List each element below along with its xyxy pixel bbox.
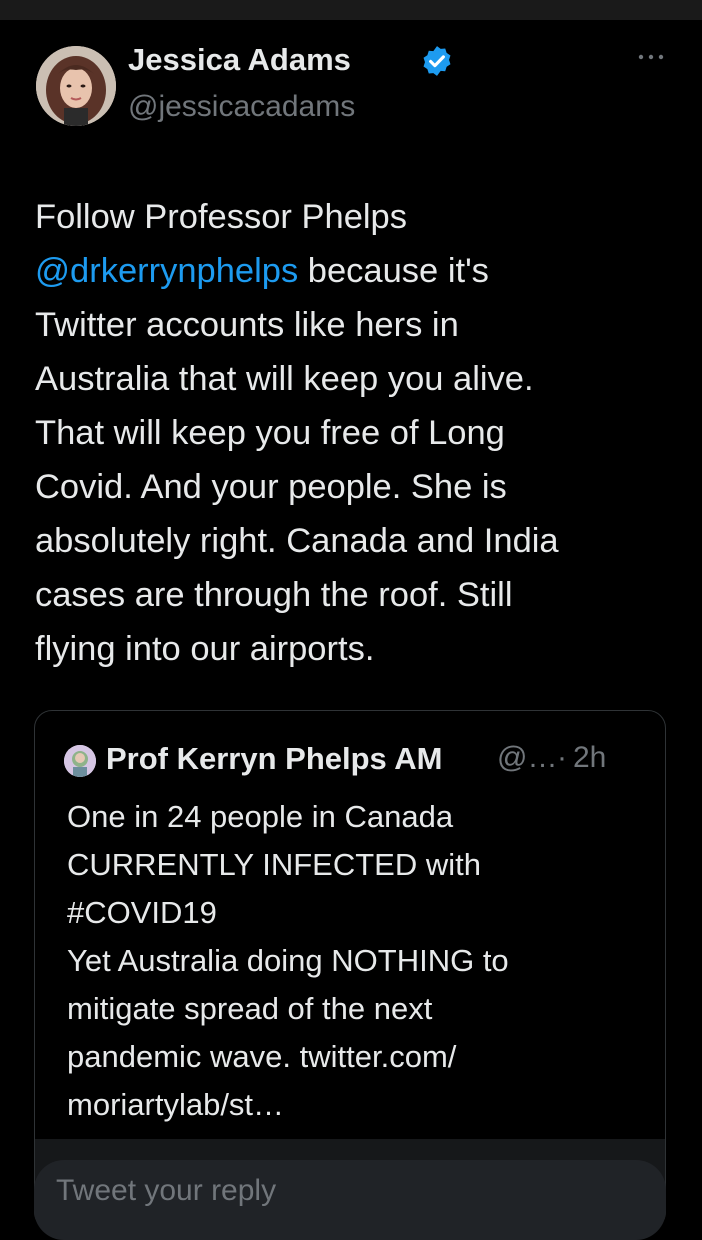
quoted-author-name: Prof Kerryn Phelps AM <box>106 741 443 776</box>
author-avatar[interactable] <box>36 46 116 126</box>
quoted-author-handle: @… <box>497 741 558 774</box>
quoted-author-avatar <box>64 745 96 777</box>
author-handle[interactable]: @jessicacadams <box>128 90 355 124</box>
quoted-line: Yet Australia doing NOTHING to <box>67 943 509 978</box>
quoted-tweet-card[interactable]: Prof Kerryn Phelps AM @… · 2h One in 24 … <box>34 710 666 1230</box>
more-options-icon[interactable] <box>636 50 666 62</box>
tweet-line: That will keep you free of Long <box>35 414 505 452</box>
author-display-name[interactable]: Jessica Adams <box>128 42 351 78</box>
quoted-line: One in 24 people in Canada <box>67 799 454 834</box>
tweet-line: Follow Professor Phelps <box>35 198 407 236</box>
tweet-line-with-mention: @drkerrynphelps because it's <box>35 244 675 298</box>
mention-link[interactable]: @drkerrynphelps <box>35 252 298 290</box>
tweet-line: flying into our airports. <box>35 630 375 668</box>
tweet-line: cases are through the roof. Still <box>35 576 513 614</box>
verified-badge-icon <box>420 44 454 78</box>
quoted-tweet-body: One in 24 people in Canada CURRENTLY INF… <box>67 793 657 1129</box>
quoted-timestamp: 2h <box>573 741 607 774</box>
status-strip <box>0 0 702 20</box>
tweet-line: Twitter accounts like hers in <box>35 306 459 344</box>
quoted-line: moriartylab/st… <box>67 1087 285 1122</box>
tweet-line-fragment: because it's <box>298 252 489 290</box>
reply-placeholder: Tweet your reply <box>56 1174 277 1207</box>
tweet-body: Follow Professor Phelps @drkerrynphelps … <box>35 190 675 676</box>
quoted-line: mitigate spread of the next <box>67 991 433 1026</box>
tweet-header: Jessica Adams @jessicacadams <box>36 42 672 132</box>
quoted-line: CURRENTLY INFECTED with <box>67 847 481 882</box>
tweet-line: absolutely right. Canada and India <box>35 522 559 560</box>
tweet-line: Covid. And your people. She is <box>35 468 507 506</box>
quoted-line: pandemic wave. twitter.com/ <box>67 1039 457 1074</box>
meta-separator: · <box>557 741 567 774</box>
quoted-line: #COVID19 <box>67 895 217 930</box>
tweet-line: Australia that will keep you alive. <box>35 360 534 398</box>
